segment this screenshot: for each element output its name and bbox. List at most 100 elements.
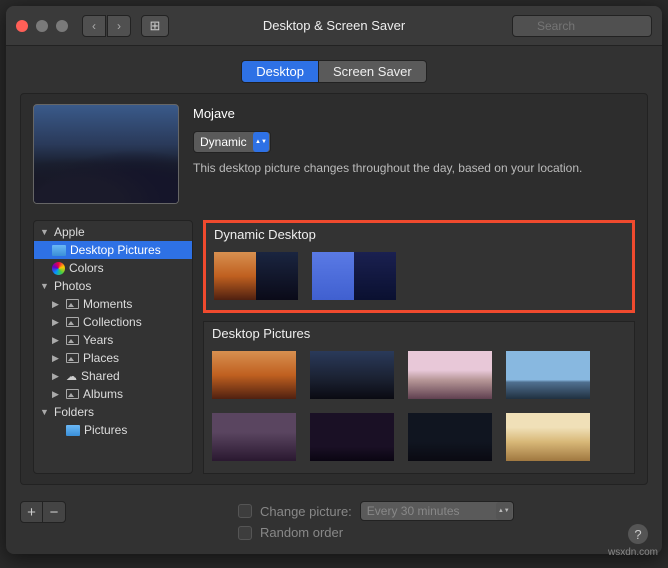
- main-panel: Mojave Dynamic ▲▼ This desktop picture c…: [20, 93, 648, 485]
- sidebar-group-folders[interactable]: Folders: [34, 403, 192, 421]
- folder-icon: [66, 425, 80, 436]
- sidebar-item-desktop-pictures[interactable]: Desktop Pictures: [34, 241, 192, 259]
- random-order-label: Random order: [260, 525, 343, 540]
- wallpaper-thumb-mojave-dynamic[interactable]: [214, 252, 298, 300]
- section-title: Dynamic Desktop: [206, 223, 632, 248]
- change-picture-label: Change picture:: [260, 504, 352, 519]
- tab-screen-saver[interactable]: Screen Saver: [319, 60, 427, 83]
- sidebar-item-pictures[interactable]: Pictures: [34, 421, 192, 439]
- sidebar-label: Collections: [83, 315, 142, 329]
- interval-value: Every 30 minutes: [367, 504, 460, 518]
- sidebar-item-places[interactable]: Places: [34, 349, 192, 367]
- traffic-lights: [16, 20, 68, 32]
- wallpaper-name: Mojave: [193, 106, 635, 121]
- sidebar-item-colors[interactable]: Colors: [34, 259, 192, 277]
- disclosure-triangle-icon: [40, 281, 50, 291]
- thumbnail-row: [206, 248, 632, 310]
- wallpaper-gallery: Dynamic Desktop Desktop Pictures: [203, 220, 635, 474]
- colors-icon: [52, 262, 65, 275]
- sidebar-label: Shared: [81, 369, 120, 383]
- add-button[interactable]: +: [21, 502, 43, 522]
- sidebar-label: Apple: [54, 225, 85, 239]
- sidebar-label: Years: [83, 333, 113, 347]
- interval-select[interactable]: Every 30 minutes ▲▼: [360, 501, 514, 521]
- chevron-right-icon: ›: [117, 19, 121, 33]
- wallpaper-thumb[interactable]: [310, 413, 394, 461]
- sidebar-label: Folders: [54, 405, 94, 419]
- section-desktop-pictures: Desktop Pictures: [203, 321, 635, 474]
- sidebar-item-albums[interactable]: Albums: [34, 385, 192, 403]
- sidebar-label: Moments: [83, 297, 132, 311]
- footer: + − Change picture: Every 30 minutes ▲▼ …: [6, 495, 662, 554]
- disclosure-triangle-icon: [52, 353, 62, 364]
- disclosure-triangle-icon: [52, 389, 62, 400]
- close-button[interactable]: [16, 20, 28, 32]
- back-button[interactable]: ‹: [82, 15, 106, 37]
- wallpaper-mode-select[interactable]: Dynamic ▲▼: [193, 131, 271, 153]
- wallpaper-description: This desktop picture changes throughout …: [193, 161, 635, 175]
- window-title: Desktop & Screen Saver: [263, 18, 405, 33]
- sidebar-item-shared[interactable]: Shared: [34, 367, 192, 385]
- wallpaper-thumb[interactable]: [506, 413, 590, 461]
- tab-bar: Desktop Screen Saver: [6, 60, 662, 83]
- forward-button[interactable]: ›: [107, 15, 131, 37]
- wallpaper-preview: [33, 104, 179, 204]
- random-order-checkbox[interactable]: [238, 526, 252, 540]
- sidebar-group-apple[interactable]: Apple: [34, 223, 192, 241]
- sidebar-label: Pictures: [84, 423, 127, 437]
- disclosure-triangle-icon: [52, 317, 62, 328]
- wallpaper-thumb-solar-dynamic[interactable]: [312, 252, 396, 300]
- random-order-row: Random order: [238, 525, 514, 540]
- change-picture-checkbox[interactable]: [238, 504, 252, 518]
- titlebar: ‹ › ⊞ Desktop & Screen Saver 🔍: [6, 6, 662, 46]
- sidebar-item-moments[interactable]: Moments: [34, 295, 192, 313]
- folder-icon: [52, 245, 66, 256]
- sidebar-label: Places: [83, 351, 119, 365]
- section-dynamic-desktop: Dynamic Desktop: [203, 220, 635, 313]
- search-input[interactable]: [512, 15, 652, 37]
- photo-icon: [66, 317, 79, 327]
- add-remove-buttons: + −: [20, 501, 66, 523]
- source-sidebar[interactable]: Apple Desktop Pictures Colors Photos Mom…: [33, 220, 193, 474]
- wallpaper-thumb[interactable]: [212, 351, 296, 399]
- help-button[interactable]: ?: [628, 524, 648, 544]
- grid-icon: ⊞: [150, 18, 161, 34]
- wallpaper-mode-value: Dynamic: [200, 135, 247, 149]
- photo-icon: [66, 353, 79, 363]
- maximize-button[interactable]: [56, 20, 68, 32]
- disclosure-triangle-icon: [40, 227, 50, 237]
- wallpaper-thumb[interactable]: [408, 351, 492, 399]
- disclosure-triangle-icon: [52, 335, 62, 346]
- sidebar-item-collections[interactable]: Collections: [34, 313, 192, 331]
- content-split: Apple Desktop Pictures Colors Photos Mom…: [21, 220, 647, 484]
- remove-button[interactable]: −: [43, 502, 65, 522]
- minimize-button[interactable]: [36, 20, 48, 32]
- wallpaper-header: Mojave Dynamic ▲▼ This desktop picture c…: [21, 94, 647, 220]
- sidebar-label: Albums: [83, 387, 123, 401]
- wallpaper-thumb[interactable]: [408, 413, 492, 461]
- watermark: wsxdn.com: [608, 547, 658, 558]
- wallpaper-thumb[interactable]: [310, 351, 394, 399]
- sidebar-label: Colors: [69, 261, 104, 275]
- disclosure-triangle-icon: [52, 299, 62, 310]
- updown-icon: ▲▼: [496, 502, 512, 520]
- sidebar-item-years[interactable]: Years: [34, 331, 192, 349]
- cloud-icon: [66, 369, 77, 383]
- wallpaper-info: Mojave Dynamic ▲▼ This desktop picture c…: [193, 104, 635, 204]
- question-icon: ?: [634, 527, 641, 542]
- section-title: Desktop Pictures: [204, 322, 634, 347]
- photo-icon: [66, 335, 79, 345]
- updown-icon: ▲▼: [253, 132, 269, 152]
- search-field-wrap: 🔍: [512, 15, 652, 37]
- wallpaper-thumb[interactable]: [212, 413, 296, 461]
- sidebar-label: Photos: [54, 279, 91, 293]
- preferences-window: ‹ › ⊞ Desktop & Screen Saver 🔍 Desktop S…: [6, 6, 662, 554]
- show-all-button[interactable]: ⊞: [141, 15, 169, 37]
- tab-desktop[interactable]: Desktop: [241, 60, 319, 83]
- disclosure-triangle-icon: [40, 407, 50, 417]
- photo-icon: [66, 299, 79, 309]
- sidebar-group-photos[interactable]: Photos: [34, 277, 192, 295]
- disclosure-triangle-icon: [52, 371, 62, 382]
- nav-buttons: ‹ ›: [82, 15, 131, 37]
- wallpaper-thumb[interactable]: [506, 351, 590, 399]
